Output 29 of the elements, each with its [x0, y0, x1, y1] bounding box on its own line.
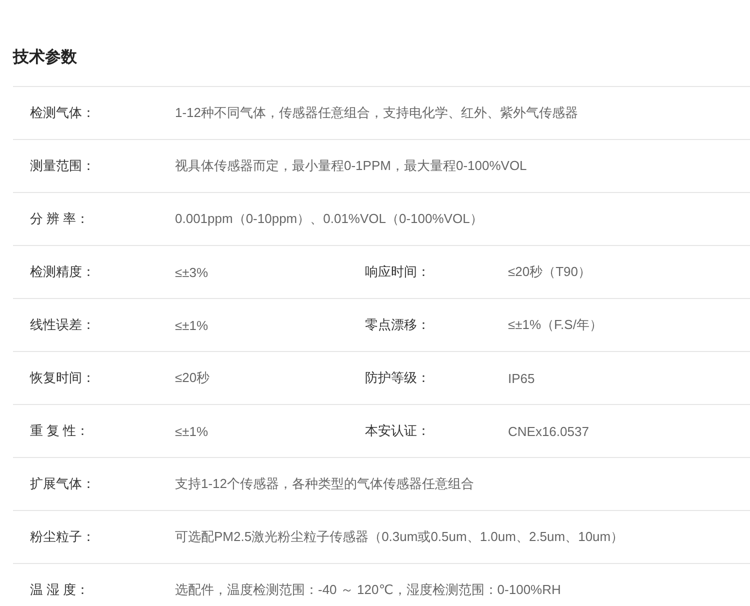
spec-label: 粉尘粒子： [30, 528, 95, 546]
spec-value: 1-12种不同气体，传感器任意组合，支持电化学、红外、紫外气传感器 [175, 104, 578, 122]
spec-value: ≤±1% [175, 318, 208, 332]
spec-label: 恢复时间： [30, 369, 95, 387]
spec-value: ≤±1%（F.S/年） [508, 316, 602, 334]
spec-value: CNEx16.0537 [508, 424, 589, 438]
spec-value: ≤20秒（T90） [508, 263, 591, 281]
spec-label: 扩展气体： [30, 475, 95, 493]
spec-value: IP65 [508, 370, 535, 386]
spec-value: 视具体传感器而定，最小量程0-1PPM，最大量程0-100%VOL [175, 157, 527, 175]
spec-value: 支持1-12个传感器，各种类型的气体传感器任意组合 [175, 475, 474, 493]
spec-label: 本安认证： [365, 422, 430, 440]
section-title: 技术参数 [13, 47, 77, 68]
spec-label: 零点漂移： [365, 316, 430, 334]
spec-value: 0.001ppm（0-10ppm）、0.01%VOL（0-100%VOL） [175, 210, 483, 228]
spec-value: 可选配PM2.5激光粉尘粒子传感器（0.3um或0.5um、1.0um、2.5um、10um） [175, 528, 624, 546]
spec-label: 检测精度： [30, 263, 95, 281]
spec-value: ≤20秒 [175, 369, 210, 387]
spec-label: 重 复 性： [30, 422, 90, 440]
spec-value: 选配件，温度检测范围：-40 ～ 120℃，湿度检测范围：0-100%RH [175, 581, 561, 599]
spec-label: 响应时间： [365, 263, 430, 281]
spec-label: 分 辨 率： [30, 210, 90, 228]
spec-label: 防护等级： [365, 369, 430, 387]
spec-label: 检测气体： [30, 104, 95, 122]
spec-label: 温 湿 度： [30, 581, 90, 599]
spec-label: 线性误差： [30, 316, 95, 334]
spec-value: ≤±1% [175, 424, 208, 438]
spec-value: ≤±3% [175, 264, 208, 280]
spec-label: 测量范围： [30, 157, 95, 175]
